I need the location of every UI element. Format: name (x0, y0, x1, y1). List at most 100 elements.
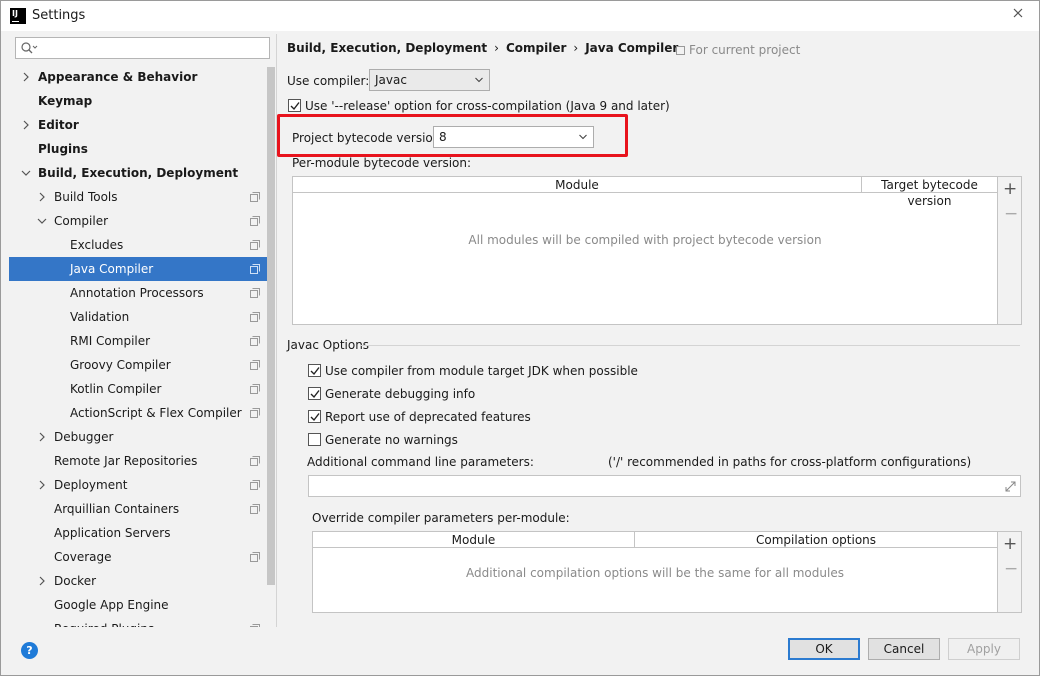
javac-option-checkbox[interactable] (308, 364, 321, 377)
breadcrumb: Build, Execution, Deployment › Compiler › Ja… (287, 41, 678, 55)
add-icon[interactable]: + (1003, 181, 1017, 198)
column-header-target-version[interactable]: Target bytecode version (862, 177, 997, 208)
project-scope-icon (250, 480, 260, 490)
sidebar-item[interactable]: Docker (9, 569, 267, 593)
checkmark-icon (290, 102, 300, 111)
project-scope-icon (250, 216, 260, 226)
column-header-module[interactable]: Module (313, 532, 634, 548)
sidebar-item[interactable]: Debugger (9, 425, 267, 449)
sidebar-item[interactable]: Required Plugins (9, 617, 267, 627)
settings-tree-pane: Appearance & Behavior Keymap Editor Plugins… (9, 34, 277, 627)
chevron-right-icon[interactable] (37, 192, 47, 202)
project-scope-icon (250, 504, 260, 514)
column-header-compilation-options[interactable]: Compilation options (635, 532, 997, 548)
chevron-right-icon[interactable] (37, 432, 47, 442)
sidebar-item[interactable]: Application Servers (9, 521, 267, 545)
ok-button[interactable]: OK (788, 638, 860, 660)
per-module-bytecode-table: Module Target bytecode version All modul… (292, 176, 998, 325)
sidebar-item[interactable]: Annotation Processors (9, 281, 267, 305)
use-compiler-dropdown[interactable]: Javac (369, 69, 490, 91)
sidebar-item[interactable]: Appearance & Behavior (9, 65, 267, 89)
javac-option-label: Use compiler from module target JDK when… (325, 364, 638, 378)
sidebar-item-label: Deployment (54, 478, 128, 492)
sidebar-item[interactable]: Groovy Compiler (9, 353, 267, 377)
chevron-right-icon[interactable] (21, 120, 31, 130)
javac-option-checkbox[interactable] (308, 387, 321, 400)
chevron-down-icon (475, 77, 483, 83)
sidebar-item[interactable]: Coverage (9, 545, 267, 569)
sidebar-item[interactable]: Validation (9, 305, 267, 329)
help-icon[interactable]: ? (21, 642, 38, 659)
checkmark-icon (310, 413, 320, 422)
sidebar-item-label: Groovy Compiler (70, 358, 171, 372)
release-option-checkbox[interactable] (288, 99, 301, 112)
project-scope-icon (250, 192, 260, 202)
sidebar-item-label: Docker (54, 574, 97, 588)
apply-button[interactable]: Apply (948, 638, 1020, 660)
project-scope-icon (250, 360, 260, 370)
sidebar-item[interactable]: ActionScript & Flex Compiler (9, 401, 267, 425)
for-current-project-label: For current project (676, 43, 800, 57)
expand-icon[interactable] (1005, 481, 1016, 492)
add-icon[interactable]: + (1003, 536, 1017, 553)
chevron-down-icon[interactable] (37, 216, 47, 226)
remove-icon[interactable]: − (1004, 206, 1018, 223)
close-button[interactable] (1005, 3, 1031, 25)
sidebar-item-label: Appearance & Behavior (38, 70, 198, 84)
sidebar-item[interactable]: Deployment (9, 473, 267, 497)
cancel-button[interactable]: Cancel (868, 638, 940, 660)
window-title: Settings (32, 8, 86, 23)
chevron-right-icon[interactable] (37, 480, 47, 490)
chevron-down-icon[interactable] (21, 168, 31, 178)
group-separator (360, 345, 1020, 346)
sidebar-item-label: Excludes (70, 238, 124, 252)
checkmark-icon (310, 390, 320, 399)
search-input[interactable] (15, 37, 270, 59)
checkmark-icon (310, 367, 320, 376)
javac-option-checkbox[interactable] (308, 410, 321, 423)
sidebar-item-label: Annotation Processors (70, 286, 204, 300)
sidebar-item-label: Remote Jar Repositories (54, 454, 198, 468)
sidebar-item-label: Google App Engine (54, 598, 169, 612)
sidebar-item[interactable]: Build, Execution, Deployment (9, 161, 267, 185)
sidebar-item-label: Editor (38, 118, 79, 132)
breadcrumb-item[interactable]: Build, Execution, Deployment (287, 41, 487, 55)
sidebar-item-label: Validation (70, 310, 130, 324)
sidebar-item[interactable]: Excludes (9, 233, 267, 257)
column-header-module[interactable]: Module (293, 177, 861, 193)
sidebar-item[interactable]: Keymap (9, 89, 267, 113)
intellij-app-icon: IJ (10, 8, 26, 24)
breadcrumb-item: Java Compiler (585, 41, 679, 55)
sidebar-item-label: Plugins (38, 142, 88, 156)
javac-option-checkbox[interactable] (308, 433, 321, 446)
use-compiler-label: Use compiler: (287, 74, 370, 88)
table-header: Module Compilation options (313, 532, 997, 548)
sidebar-item-label: Java Compiler (70, 262, 154, 276)
tree-scrollbar[interactable] (267, 67, 275, 585)
project-scope-icon (250, 312, 260, 322)
sidebar-item[interactable]: Google App Engine (9, 593, 267, 617)
sidebar-item[interactable]: Kotlin Compiler (9, 377, 267, 401)
project-scope-icon (250, 336, 260, 346)
sidebar-item-label: Required Plugins (54, 617, 154, 627)
remove-icon[interactable]: − (1004, 561, 1018, 578)
settings-window: IJ Settings Appearance & Behavior Keymap E… (0, 0, 1040, 676)
sidebar-item[interactable]: Build Tools (9, 185, 267, 209)
sidebar-item[interactable]: Java Compiler (9, 257, 267, 281)
breadcrumb-item[interactable]: Compiler (506, 41, 566, 55)
sidebar-item[interactable]: Arquillian Containers (9, 497, 267, 521)
sidebar-item[interactable]: Remote Jar Repositories (9, 449, 267, 473)
sidebar-item[interactable]: Plugins (9, 137, 267, 161)
sidebar-item-label: Arquillian Containers (54, 502, 180, 516)
project-scope-icon (250, 456, 260, 466)
sidebar-item-label: Keymap (38, 94, 93, 108)
chevron-right-icon[interactable] (21, 72, 31, 82)
chevron-right-icon[interactable] (37, 576, 47, 586)
table-empty-text: All modules will be compiled with projec… (468, 233, 822, 247)
sidebar-item[interactable]: Editor (9, 113, 267, 137)
javac-option-label: Report use of deprecated features (325, 410, 531, 424)
sidebar-item[interactable]: Compiler (9, 209, 267, 233)
override-params-label: Override compiler parameters per-module: (312, 511, 570, 525)
sidebar-item[interactable]: RMI Compiler (9, 329, 267, 353)
additional-params-input[interactable] (308, 475, 1021, 497)
